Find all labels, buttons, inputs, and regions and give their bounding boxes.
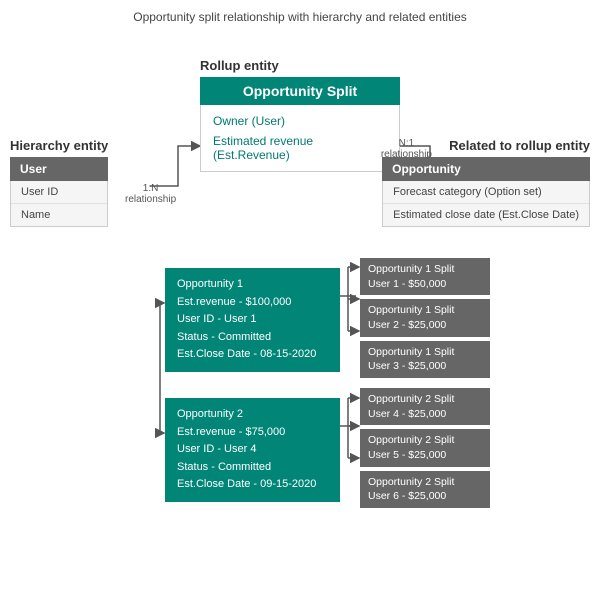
rollup-box: Opportunity Split [200,77,400,105]
hierarchy-field-2: Name [11,204,107,226]
opp-2-line-5: Est.Close Date - 09-15-2020 [177,476,328,494]
opp-2-line-3: User ID - User 4 [177,441,328,459]
related-entity-fields: Forecast category (Option set) Estimated… [382,181,590,227]
split-2-3: Opportunity 2 Split User 6 - $25,000 [360,471,490,508]
related-field-2: Estimated close date (Est.Close Date) [383,204,589,226]
rollup-label: Rollup entity [200,58,400,73]
hierarchy-block: Hierarchy entity User User ID Name [10,138,108,227]
rollup-fields: Owner (User) Estimated revenue (Est.Reve… [200,105,400,172]
opp-2-line-1: Opportunity 2 [177,406,328,424]
opportunity-2-card: Opportunity 2 Est.revenue - $75,000 User… [165,398,340,502]
opp-2-line-4: Status - Committed [177,459,328,477]
split-1-3: Opportunity 1 Split User 3 - $25,000 [360,341,490,378]
related-field-1: Forecast category (Option set) [383,181,589,204]
page-title: Opportunity split relationship with hier… [10,10,590,24]
split-2-1: Opportunity 2 Split User 4 - $25,000 [360,388,490,425]
rel-1n-label: 1:N relationship [125,183,176,205]
split-2-2: Opportunity 2 Split User 5 - $25,000 [360,429,490,466]
opp-2-box: Opportunity 2 Est.revenue - $75,000 User… [165,398,340,502]
hierarchy-label: Hierarchy entity [10,138,108,153]
rel-n1-label: N:1 relationship [381,138,432,160]
opp-1-box: Opportunity 1 Est.revenue - $100,000 Use… [165,268,340,372]
opp-1-line-4: Status - Committed [177,329,328,347]
hierarchy-entity-fields: User ID Name [10,181,108,227]
split-1-1: Opportunity 1 Split User 1 - $50,000 [360,258,490,295]
opp-1-line-1: Opportunity 1 [177,276,328,294]
opp-1-line-3: User ID - User 1 [177,311,328,329]
splits-group-1: Opportunity 1 Split User 1 - $50,000 Opp… [360,258,490,378]
opportunity-1-card: Opportunity 1 Est.revenue - $100,000 Use… [165,268,340,372]
bottom-diagram: Opportunity 1 Est.revenue - $100,000 Use… [10,258,590,528]
related-entity-header: Opportunity [382,157,590,181]
splits-group-2: Opportunity 2 Split User 4 - $25,000 Opp… [360,388,490,508]
opp-1-line-2: Est.revenue - $100,000 [177,294,328,312]
rollup-field-1: Owner (User) [213,111,387,131]
rollup-field-2: Estimated revenue (Est.Revenue) [213,131,387,165]
hierarchy-field-1: User ID [11,181,107,204]
top-diagram: Rollup entity Opportunity Split Owner (U… [10,38,590,258]
opp-1-line-5: Est.Close Date - 08-15-2020 [177,346,328,364]
opp-2-line-2: Est.revenue - $75,000 [177,424,328,442]
rollup-entity: Rollup entity Opportunity Split Owner (U… [200,58,400,172]
hierarchy-entity-header: User [10,157,108,181]
split-1-2: Opportunity 1 Split User 2 - $25,000 [360,299,490,336]
